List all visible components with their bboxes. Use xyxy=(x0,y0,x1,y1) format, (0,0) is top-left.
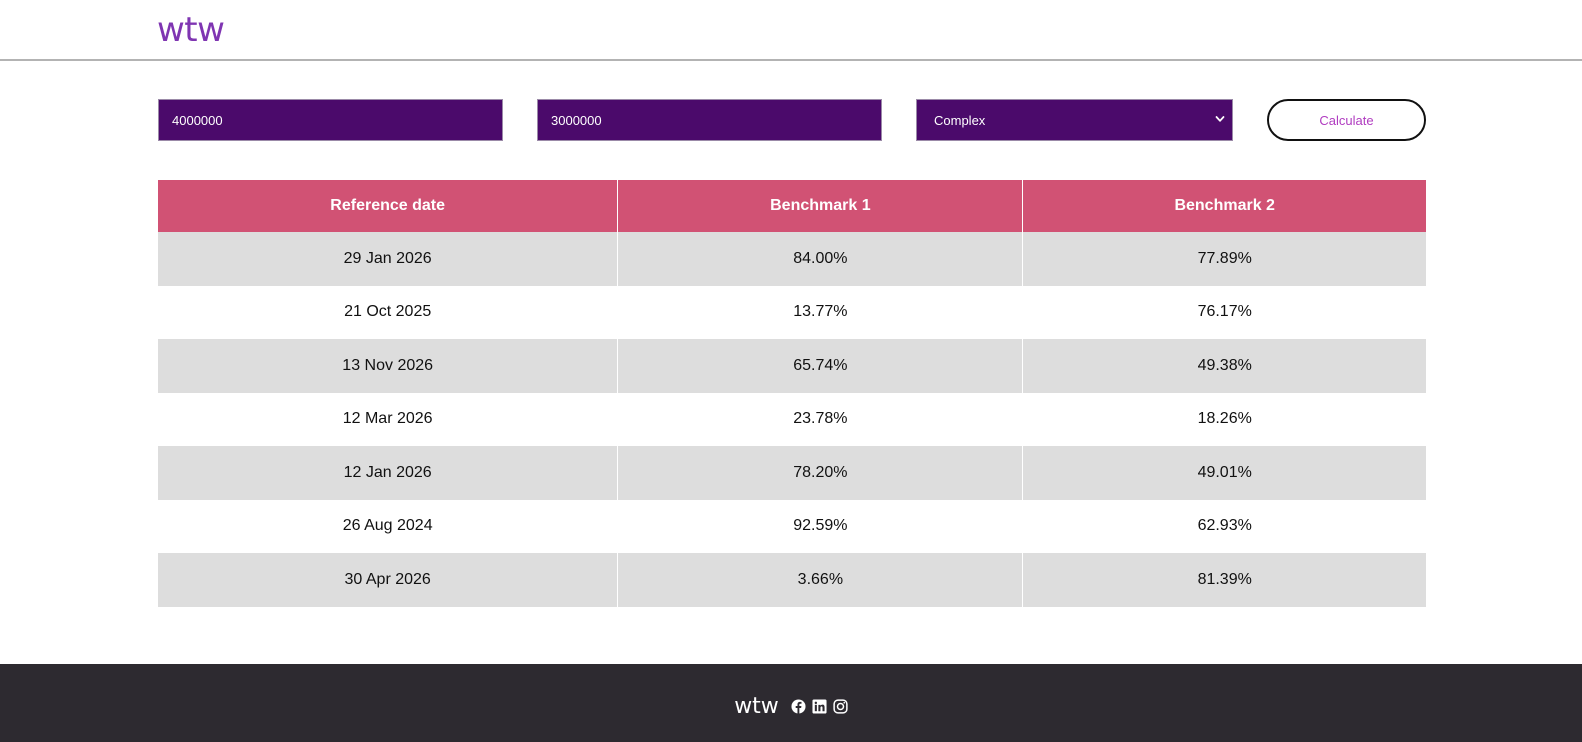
benchmark-2-cell: 76.17% xyxy=(1022,285,1426,339)
footer-logo[interactable]: wtw xyxy=(734,694,779,719)
benchmark-1-cell: 84.00% xyxy=(617,232,1023,286)
complexity-select[interactable]: Complex xyxy=(916,99,1233,141)
site-header: wtw xyxy=(0,0,1582,61)
benchmark-1-cell: 78.20% xyxy=(617,446,1023,500)
complexity-select-value: Complex xyxy=(934,112,986,128)
benchmark-1-cell: 3.66% xyxy=(617,553,1023,607)
benchmark-2-cell: 18.26% xyxy=(1022,392,1426,446)
column-header-benchmark-1: Benchmark 1 xyxy=(617,180,1023,232)
benchmark-1-cell: 92.59% xyxy=(617,499,1023,553)
site-footer: wtw xyxy=(0,664,1582,742)
amount-input-1[interactable]: 4000000 xyxy=(158,99,503,141)
footer-brand-group: wtw xyxy=(734,694,848,719)
calculator-form: 4000000 3000000 Complex Calculate xyxy=(158,99,1426,141)
reference-date-cell: 29 Jan 2026 xyxy=(158,232,618,286)
reference-date-cell: 12 Jan 2026 xyxy=(158,446,618,500)
reference-date-cell: 12 Mar 2026 xyxy=(158,392,618,446)
benchmark-1-cell: 65.74% xyxy=(617,339,1023,393)
table-row: 12 Mar 2026 23.78% 18.26% xyxy=(158,392,1426,446)
table-row: 30 Apr 2026 3.66% 81.39% xyxy=(158,553,1426,607)
reference-date-cell: 30 Apr 2026 xyxy=(158,553,618,607)
table-row: 29 Jan 2026 84.00% 77.89% xyxy=(158,232,1426,286)
table-header-row: Reference date Benchmark 1 Benchmark 2 xyxy=(158,180,1426,232)
table-row: 21 Oct 2025 13.77% 76.17% xyxy=(158,285,1426,339)
benchmark-2-cell: 62.93% xyxy=(1022,499,1426,553)
calculate-button[interactable]: Calculate xyxy=(1267,99,1426,141)
brand-logo[interactable]: wtw xyxy=(157,10,225,50)
chevron-down-icon xyxy=(1215,114,1225,127)
benchmark-2-cell: 49.38% xyxy=(1022,339,1426,393)
amount-input-2[interactable]: 3000000 xyxy=(537,99,882,141)
facebook-icon[interactable] xyxy=(791,698,806,714)
linkedin-icon[interactable] xyxy=(812,698,827,714)
table-row: 13 Nov 2026 65.74% 49.38% xyxy=(158,339,1426,393)
benchmark-1-cell: 13.77% xyxy=(617,285,1023,339)
benchmark-2-cell: 77.89% xyxy=(1022,232,1426,286)
reference-date-cell: 26 Aug 2024 xyxy=(158,499,618,553)
table-row: 26 Aug 2024 92.59% 62.93% xyxy=(158,499,1426,553)
column-header-benchmark-2: Benchmark 2 xyxy=(1022,180,1426,232)
benchmark-1-cell: 23.78% xyxy=(617,392,1023,446)
amount-input-2-value: 3000000 xyxy=(551,112,602,128)
reference-date-cell: 21 Oct 2025 xyxy=(158,285,618,339)
table-row: 12 Jan 2026 78.20% 49.01% xyxy=(158,446,1426,500)
reference-date-cell: 13 Nov 2026 xyxy=(158,339,618,393)
benchmark-2-cell: 49.01% xyxy=(1022,446,1426,500)
amount-input-1-value: 4000000 xyxy=(172,112,223,128)
benchmark-2-cell: 81.39% xyxy=(1022,553,1426,607)
column-header-reference-date: Reference date xyxy=(158,180,618,232)
instagram-icon[interactable] xyxy=(833,698,848,714)
results-table: Reference date Benchmark 1 Benchmark 2 2… xyxy=(158,180,1426,607)
